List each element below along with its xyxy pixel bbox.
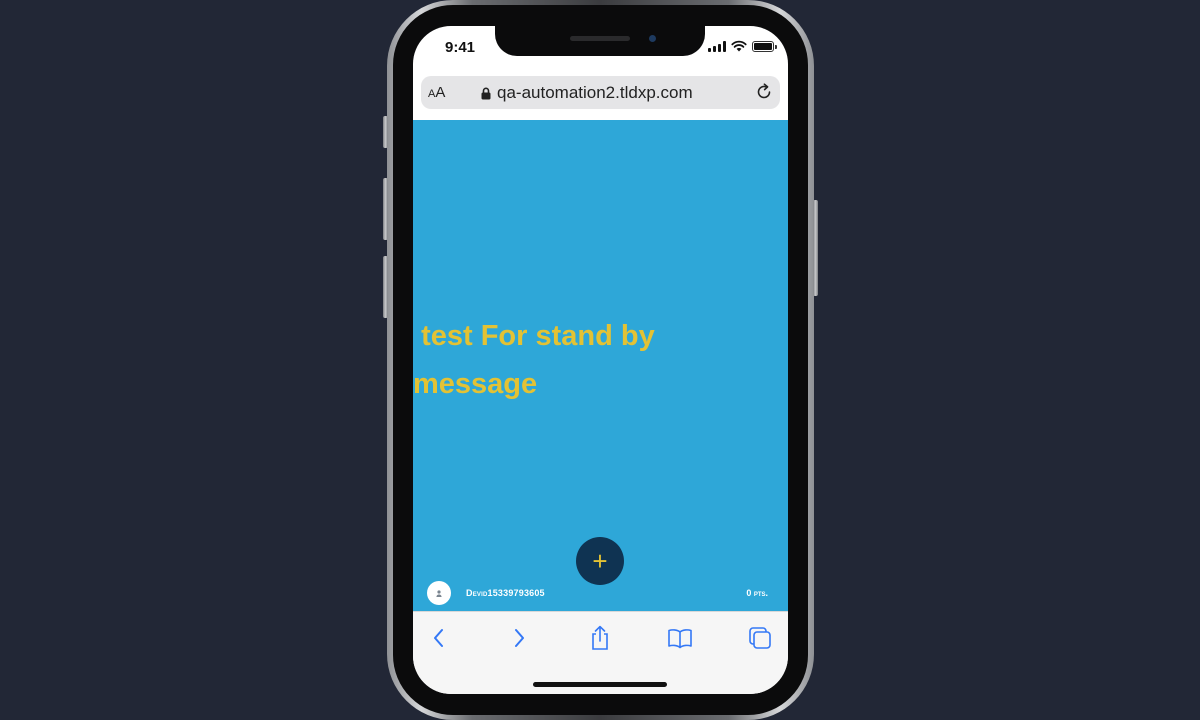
power-button: [813, 200, 818, 296]
standby-page: test For stand by message Devid153397936…: [413, 120, 788, 611]
battery-icon: [752, 40, 777, 52]
home-indicator[interactable]: [533, 682, 667, 687]
tabs-button[interactable]: [746, 624, 774, 652]
share-icon: [592, 625, 608, 650]
front-camera: [649, 35, 656, 42]
forward-button[interactable]: [505, 624, 533, 652]
mute-switch: [383, 116, 388, 148]
username: Devid15339793605: [466, 588, 545, 598]
text-size-button[interactable]: AA: [428, 84, 445, 101]
status-time: 9:41: [445, 39, 476, 56]
reload-icon[interactable]: [754, 82, 774, 102]
tabs-icon: [749, 627, 771, 649]
status-icons: [708, 40, 777, 52]
add-button[interactable]: +: [576, 537, 624, 585]
cellular-signal-icon: [708, 40, 726, 52]
points-count: 0 pts.: [746, 588, 768, 598]
bookmarks-button[interactable]: [666, 624, 694, 652]
bookmarks-icon: [668, 629, 692, 649]
wifi-icon: [731, 40, 747, 52]
url-text: qa-automation2.tldxp.com: [497, 83, 693, 102]
share-button[interactable]: [586, 624, 614, 652]
back-icon: [434, 629, 443, 647]
volume-down-button: [383, 256, 388, 318]
lock-icon: [481, 87, 491, 99]
user-icon: [436, 589, 442, 597]
browser-toolbar: [413, 611, 788, 694]
forward-icon: [515, 629, 524, 647]
avatar[interactable]: [427, 581, 451, 605]
notch: [495, 26, 705, 56]
phone-screen: 9:41 AA qa-automation2.tldxp.com test Fo…: [413, 26, 788, 694]
standby-message: test For stand by message: [413, 320, 663, 400]
address-bar[interactable]: AA qa-automation2.tldxp.com: [421, 76, 780, 109]
url-display[interactable]: qa-automation2.tldxp.com: [481, 83, 693, 103]
volume-up-button: [383, 178, 388, 240]
notch-speaker: [570, 36, 630, 41]
back-button[interactable]: [425, 624, 453, 652]
